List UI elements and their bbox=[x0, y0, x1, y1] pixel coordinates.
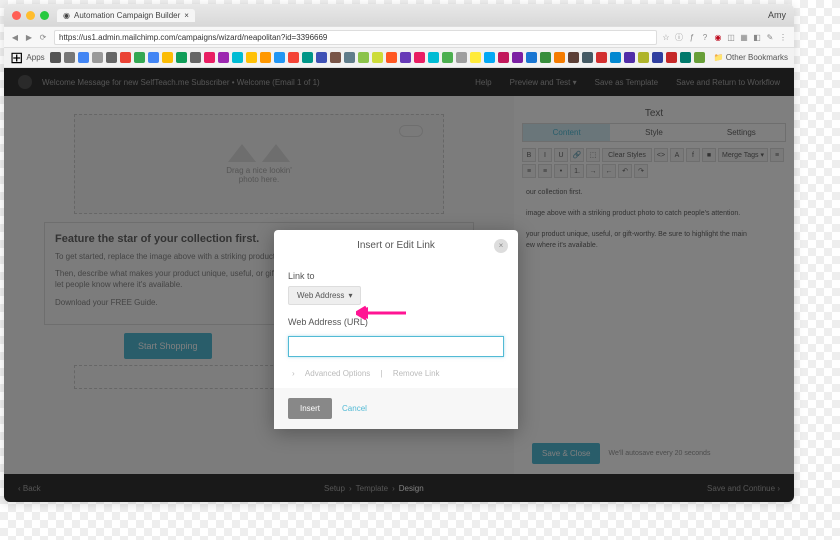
bookmark-icon[interactable] bbox=[274, 52, 285, 63]
bookmark-icon[interactable] bbox=[302, 52, 313, 63]
bookmark-icon[interactable] bbox=[442, 52, 453, 63]
bookmark-icon[interactable] bbox=[372, 52, 383, 63]
bookmark-icon[interactable] bbox=[638, 52, 649, 63]
bookmark-icon[interactable] bbox=[288, 52, 299, 63]
bookmark-icon[interactable] bbox=[386, 52, 397, 63]
modal-footer: Insert Cancel bbox=[274, 388, 518, 429]
bookmark-icon[interactable] bbox=[624, 52, 635, 63]
bookmark-icon[interactable] bbox=[414, 52, 425, 63]
bookmark-icon[interactable] bbox=[470, 52, 481, 63]
url-input[interactable] bbox=[288, 336, 504, 357]
url-bar: ◀ ▶ ⟳ https://us1.admin.mailchimp.com/ca… bbox=[4, 26, 794, 48]
chevron-right-icon: › bbox=[292, 369, 295, 378]
pinterest-icon[interactable]: ◉ bbox=[713, 32, 723, 42]
link-to-select[interactable]: Web Address ▾ bbox=[288, 286, 361, 305]
bookmark-icon[interactable] bbox=[540, 52, 551, 63]
browser-tab[interactable]: ◉ Automation Campaign Builder × bbox=[57, 9, 195, 22]
browser-window: ◉ Automation Campaign Builder × Amy ◀ ▶ … bbox=[4, 4, 794, 502]
bookmark-icon[interactable] bbox=[666, 52, 677, 63]
bookmark-icon[interactable] bbox=[400, 52, 411, 63]
menu-icon[interactable]: ⋮ bbox=[778, 32, 788, 42]
bookmark-icon[interactable] bbox=[106, 52, 117, 63]
tab-close-icon[interactable]: × bbox=[184, 11, 189, 20]
bookmark-icon[interactable] bbox=[78, 52, 89, 63]
bookmark-icon[interactable] bbox=[218, 52, 229, 63]
bookmark-icon[interactable] bbox=[680, 52, 691, 63]
maximize-window-icon[interactable] bbox=[40, 11, 49, 20]
bookmark-icon[interactable] bbox=[358, 52, 369, 63]
bookmark-icon[interactable] bbox=[232, 52, 243, 63]
chevron-down-icon: ▾ bbox=[348, 291, 352, 300]
bookmark-icon[interactable] bbox=[596, 52, 607, 63]
traffic-lights bbox=[12, 11, 49, 20]
ext-icon[interactable]: ? bbox=[700, 32, 710, 42]
bookmark-icon[interactable] bbox=[582, 52, 593, 63]
ext-icon[interactable]: ◫ bbox=[726, 32, 736, 42]
close-window-icon[interactable] bbox=[12, 11, 21, 20]
minimize-window-icon[interactable] bbox=[26, 11, 35, 20]
bookmark-icon[interactable] bbox=[610, 52, 621, 63]
advanced-options-link[interactable]: Advanced Options bbox=[305, 369, 370, 378]
bookmark-icon[interactable] bbox=[120, 52, 131, 63]
bookmark-icon[interactable] bbox=[484, 52, 495, 63]
forward-icon[interactable]: ▶ bbox=[24, 32, 34, 42]
modal-body: Link to Web Address ▾ Web Address (URL) … bbox=[274, 261, 518, 388]
ext-icon[interactable]: ▦ bbox=[739, 32, 749, 42]
bookmark-icon[interactable] bbox=[694, 52, 705, 63]
close-icon[interactable]: × bbox=[494, 239, 508, 253]
tab-favicon-icon: ◉ bbox=[63, 11, 70, 20]
other-bookmarks[interactable]: 📁Other Bookmarks bbox=[714, 53, 788, 62]
star-icon[interactable]: ☆ bbox=[661, 32, 671, 42]
window-titlebar: ◉ Automation Campaign Builder × Amy bbox=[4, 4, 794, 26]
address-input[interactable]: https://us1.admin.mailchimp.com/campaign… bbox=[54, 30, 657, 45]
apps-icon[interactable]: ⊞ bbox=[10, 48, 23, 68]
bookmark-icon[interactable] bbox=[568, 52, 579, 63]
bookmark-icon[interactable] bbox=[148, 52, 159, 63]
link-modal: Insert or Edit Link × Link to Web Addres… bbox=[274, 230, 518, 429]
ext-icon[interactable]: ƒ bbox=[687, 32, 697, 42]
bookmark-icon[interactable] bbox=[176, 52, 187, 63]
bookmark-icon[interactable] bbox=[204, 52, 215, 63]
bookmark-icon[interactable] bbox=[134, 52, 145, 63]
ext-icon[interactable]: ✎ bbox=[765, 32, 775, 42]
bookmark-icon[interactable] bbox=[554, 52, 565, 63]
bookmark-icon[interactable] bbox=[512, 52, 523, 63]
app-viewport: Welcome Message for new SelfTeach.me Sub… bbox=[4, 68, 794, 502]
bookmark-icon[interactable] bbox=[92, 52, 103, 63]
bookmark-icon[interactable] bbox=[498, 52, 509, 63]
insert-button[interactable]: Insert bbox=[288, 398, 332, 419]
tab-title: Automation Campaign Builder bbox=[74, 11, 180, 20]
modal-header: Insert or Edit Link × bbox=[274, 230, 518, 261]
bookmark-icon[interactable] bbox=[456, 52, 467, 63]
remove-link[interactable]: Remove Link bbox=[393, 369, 440, 378]
bookmark-icon[interactable] bbox=[652, 52, 663, 63]
reload-icon[interactable]: ⟳ bbox=[38, 32, 48, 42]
bookmarks-bar: ⊞ Apps 📁Other Bookmarks bbox=[4, 48, 794, 68]
bookmark-icon[interactable] bbox=[428, 52, 439, 63]
link-to-label: Link to bbox=[288, 271, 504, 281]
bookmark-icon[interactable] bbox=[190, 52, 201, 63]
apps-label[interactable]: Apps bbox=[26, 53, 44, 62]
browser-profile[interactable]: Amy bbox=[768, 10, 786, 20]
cancel-button[interactable]: Cancel bbox=[342, 404, 367, 413]
ext-icon[interactable]: ◧ bbox=[752, 32, 762, 42]
bookmark-icon[interactable] bbox=[526, 52, 537, 63]
back-icon[interactable]: ◀ bbox=[10, 32, 20, 42]
modal-links: › Advanced Options | Remove Link bbox=[288, 369, 504, 378]
bookmark-icon[interactable] bbox=[330, 52, 341, 63]
bookmark-icon[interactable] bbox=[64, 52, 75, 63]
bookmark-icon[interactable] bbox=[50, 52, 61, 63]
bookmark-icon[interactable] bbox=[260, 52, 271, 63]
ext-icon[interactable]: ⓘ bbox=[674, 32, 684, 42]
url-label: Web Address (URL) bbox=[288, 317, 504, 327]
bookmark-icon[interactable] bbox=[344, 52, 355, 63]
bookmark-icon[interactable] bbox=[246, 52, 257, 63]
bookmark-icon[interactable] bbox=[162, 52, 173, 63]
bookmark-icon[interactable] bbox=[316, 52, 327, 63]
modal-title: Insert or Edit Link bbox=[357, 240, 435, 251]
